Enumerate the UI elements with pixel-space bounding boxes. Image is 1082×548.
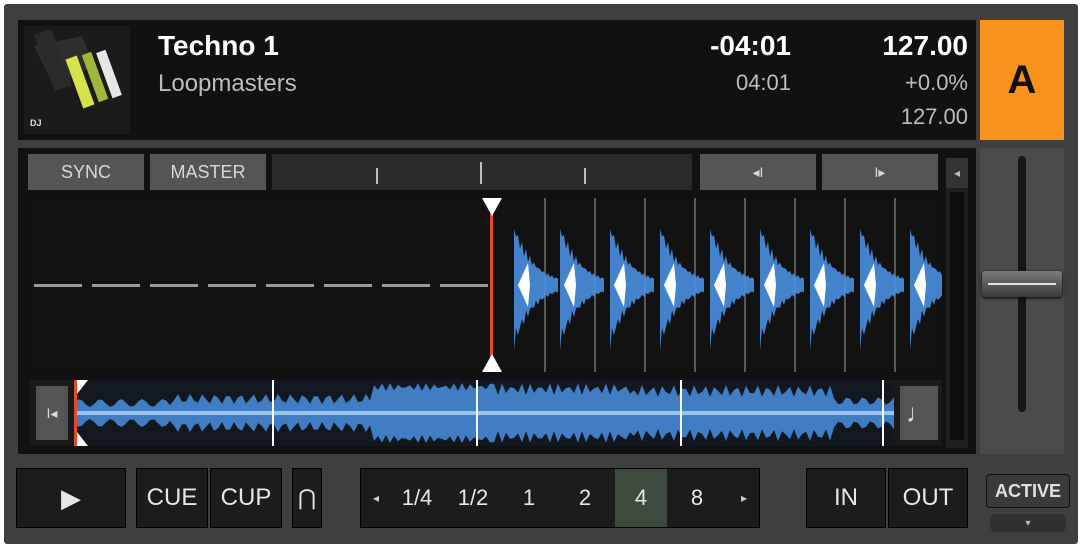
playhead-bottom-marker [482,354,502,372]
empty-track-dash [34,284,82,287]
loop-size-2[interactable]: 2 [559,469,611,527]
overview-center-highlight [74,411,894,415]
beatjump-forward-button[interactable]: I▸ [822,154,938,190]
waveform-kick [910,228,942,351]
overview-start-button[interactable]: I◂ [36,386,68,440]
scroll-track[interactable] [950,192,964,440]
overview-playhead [74,380,77,446]
loop-size-prev-icon[interactable]: ◂ [361,469,391,527]
beat-marker-label: 1 [496,207,503,221]
flux-button[interactable]: ⋂ [292,468,322,528]
empty-track-dash [324,284,372,287]
track-header: DJ Techno 1 Loopmasters -04:01 04:01 127… [18,20,976,140]
deck-main-panel: SYNC MASTER ◂I I▸ 1 I◂ ♩ ◂ [18,148,976,454]
pitch-display: +0.0% [905,70,968,95]
empty-track-dash [440,284,488,287]
loop-size-4[interactable]: 4 [615,469,667,527]
empty-track-dash [92,284,140,287]
phase-meter [272,154,692,190]
empty-track-dash [266,284,314,287]
empty-track-dash [382,284,430,287]
album-cover: DJ [24,26,130,134]
chevron-down-icon[interactable]: ▾ [990,514,1066,532]
deck-letter-badge[interactable]: A [980,20,1064,140]
tempo-display: 127.00 [900,104,968,129]
loop-active-button[interactable]: ACTIVE [986,474,1070,508]
phase-tick [584,168,586,184]
tempo-fader-panel [980,148,1064,454]
master-button[interactable]: MASTER [150,154,266,190]
waveform-graphic: 1 [34,198,942,372]
overview-phrase-marker [272,380,274,446]
overview-phrase-marker [882,380,884,446]
loop-size-selector: ◂ 1/4 1/2 1 2 4 8 ▸ [360,468,760,528]
time-remaining[interactable]: -04:01 [710,30,791,62]
playhead-line [490,198,493,372]
loop-size-8[interactable]: 8 [671,469,723,527]
stripe-waveform[interactable]: 1 [30,198,942,372]
waveform-scrollbar[interactable]: ◂ [946,158,968,448]
deck-panel: DJ Techno 1 Loopmasters -04:01 04:01 127… [4,4,1078,544]
tempo-fader-handle[interactable] [982,271,1062,297]
phase-tick-center [480,162,482,184]
overview-phrase-marker [680,380,682,446]
note-icon[interactable]: ♩ [900,386,938,440]
time-elapsed: 04:01 [735,70,791,95]
track-title: Techno 1 [158,30,279,61]
empty-track-dash [208,284,256,287]
beatjump-back-button[interactable]: ◂I [700,154,816,190]
cover-badge: DJ [30,118,42,128]
overview-waveform[interactable] [74,380,894,446]
track-artist: Loopmasters [158,70,297,97]
phase-tick [376,168,378,184]
loop-in-button[interactable]: IN [806,468,886,528]
loop-out-button[interactable]: OUT [888,468,968,528]
overview-cue-top [77,380,88,394]
play-button[interactable]: ▶ [16,468,126,528]
scroll-left-icon[interactable]: ◂ [946,158,968,188]
overview-phrase-marker [476,380,478,446]
track-overview: I◂ ♩ [30,380,942,446]
bpm-display: 127.00 [882,30,968,61]
loop-size-1-4[interactable]: 1/4 [391,469,443,527]
empty-track-dash [150,284,198,287]
cue-button[interactable]: CUE [136,468,208,528]
loop-size-next-icon[interactable]: ▸ [729,469,759,527]
cup-button[interactable]: CUP [210,468,282,528]
loop-size-1-2[interactable]: 1/2 [447,469,499,527]
sync-button[interactable]: SYNC [28,154,144,190]
overview-graphic [74,380,894,446]
loop-size-1[interactable]: 1 [503,469,555,527]
overview-cue-bottom [77,432,88,446]
